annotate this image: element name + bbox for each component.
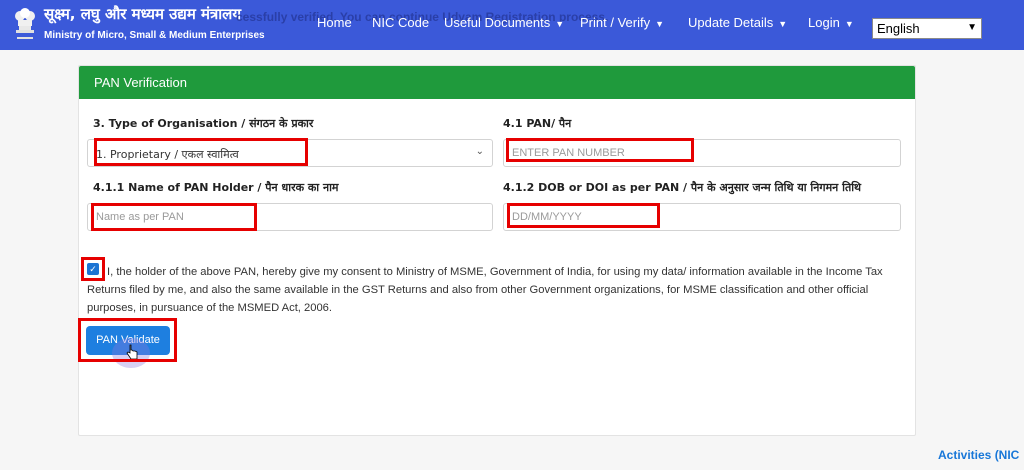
nav-nic-code[interactable]: NIC Code [372,15,429,30]
consent-text-line2: Returns filed by me, and also the same a… [87,284,869,296]
card-header: PAN Verification [79,66,915,99]
highlight-box [94,138,308,166]
brand-english: Ministry of Micro, Small & Medium Enterp… [44,30,265,41]
nav-useful-documents[interactable]: Useful Documents ▼ [444,15,564,30]
nav-useful-documents-label: Useful Documents [444,15,551,30]
national-emblem-icon [15,8,35,39]
nav-home[interactable]: Home [317,15,352,30]
highlight-box [91,203,257,231]
nav-login[interactable]: Login ▼ [808,15,854,30]
highlight-box [81,257,105,281]
chevron-down-icon: ▼ [555,19,565,29]
highlight-box [78,318,177,362]
top-navbar: सूक्ष्म, लघु और मध्यम उद्यम मंत्रालय Min… [0,0,1024,50]
brand-hindi: सूक्ष्म, लघु और मध्यम उद्यम मंत्रालय [44,5,242,23]
pan-holder-label: 4.1.1 Name of PAN Holder / पैन धारक का न… [93,181,339,194]
dob-label: 4.1.2 DOB or DOI as per PAN / पैन के अनु… [503,181,862,194]
activities-nic-link[interactable]: Activities (NIC [938,448,1019,462]
consent-text-line3: purposes, in pursuance of the MSMED Act,… [87,302,333,314]
nav-nic-code-label: NIC Code [372,15,430,30]
chevron-down-icon: ▼ [655,19,664,29]
card-title: PAN Verification [94,75,187,90]
consent-text-line1: I, the holder of the above PAN, hereby g… [107,266,883,278]
chevron-down-icon: ▼ [778,19,788,29]
pan-label: 4.1 PAN/ पैन [503,117,572,130]
chevron-down-icon: ⌄ [475,146,484,157]
nav-home-label: Home [317,15,352,30]
highlight-box [506,138,694,162]
language-select[interactable]: English ▼ [872,18,982,39]
nav-print-verify[interactable]: Print / Verify ▼ [580,15,664,30]
chevron-down-icon: ▼ [844,19,854,29]
highlight-box [507,203,660,228]
nav-update-details-label: Update Details [688,15,774,30]
language-select-value: English [877,21,920,36]
nav-login-label: Login [808,15,840,30]
nav-update-details[interactable]: Update Details ▼ [688,15,787,30]
org-type-label: 3. Type of Organisation / संगठन के प्रका… [93,117,314,130]
nav-print-verify-label: Print / Verify [580,15,651,30]
chevron-down-icon: ▼ [967,22,977,33]
